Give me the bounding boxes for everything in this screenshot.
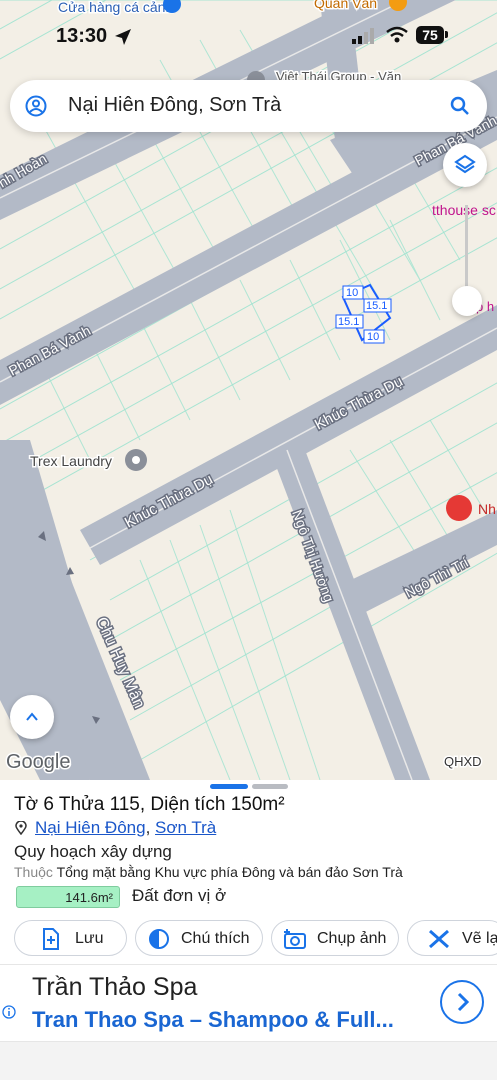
save-button-label: Lưu — [75, 930, 104, 947]
poi-label-store[interactable]: Cửa hàng cá cảnh — [57, 0, 175, 17]
parcel-info-sheet[interactable]: Tờ 6 Thửa 115, Diện tích 150m² Nại Hiên … — [0, 780, 497, 1080]
action-row: Lưu Chú thích Chụp ảnh Vẽ lạ — [0, 920, 497, 958]
cellular-signal-icon — [352, 28, 374, 44]
poi-label-tthouse[interactable]: tthouse sc — [432, 202, 496, 218]
draw-button-label: Vẽ lạ — [462, 930, 497, 947]
poi-label-trex-laundry[interactable]: Trex Laundry — [29, 452, 114, 471]
parcel-dim-right: 15.1 — [366, 300, 387, 312]
ruler-cross-icon — [429, 929, 449, 949]
ad-title[interactable]: Trần Thảo Spa — [32, 973, 197, 1002]
battery-tip — [445, 31, 448, 38]
area-chip: 141.6m² — [16, 886, 120, 908]
parcel-dim-top: 10 — [346, 287, 358, 299]
info-icon[interactable] — [2, 1005, 16, 1019]
annotation-button[interactable]: Chú thích — [135, 920, 263, 956]
status-bar: 13:30 75 — [0, 18, 497, 54]
battery-indicator: 75 — [416, 26, 444, 44]
plan-label: Quy hoạch xây dựng — [14, 842, 172, 861]
footer-bar — [0, 1042, 497, 1080]
search-input[interactable]: Nại Hiên Đông, Sơn Trà — [68, 94, 281, 117]
address-separator: , — [145, 818, 156, 837]
camera-plus-icon — [284, 929, 306, 949]
parcel-dim-left: 15.1 — [338, 316, 359, 328]
address-district-link[interactable]: Sơn Trà — [155, 818, 216, 837]
ad-banner[interactable]: Trần Thảo Spa Tran Thao Spa – Shampoo & … — [0, 964, 497, 1042]
ad-subtitle[interactable]: Tran Thao Spa – Shampoo & Full... — [32, 1007, 394, 1033]
layers-icon — [454, 154, 476, 174]
photo-button[interactable]: Chụp ảnh — [271, 920, 399, 956]
belongs-prefix: Thuộc — [14, 864, 53, 880]
wifi-icon — [386, 26, 408, 43]
poi-label-nh[interactable]: Nh — [478, 501, 496, 517]
search-icon[interactable] — [450, 96, 470, 116]
save-button[interactable]: Lưu — [14, 920, 127, 956]
opacity-slider-thumb[interactable] — [452, 286, 482, 316]
search-bar[interactable]: Nại Hiên Đông, Sơn Trà — [10, 80, 487, 132]
ad-open-button[interactable] — [440, 980, 484, 1024]
annotation-button-label: Chú thích — [181, 930, 250, 947]
profile-icon[interactable] — [25, 95, 47, 117]
photo-button-label: Chụp ảnh — [317, 930, 387, 947]
parcel-dim-bottom: 10 — [367, 331, 379, 343]
location-pin-icon — [15, 821, 27, 835]
sheet-handle-active[interactable] — [210, 784, 248, 789]
status-time: 13:30 — [56, 25, 108, 47]
belongs-text: Tổng mặt bằng Khu vực phía Đông và bán đ… — [56, 864, 403, 880]
parcel-address: Nại Hiên Đông, Sơn Trà — [14, 818, 216, 838]
add-note-icon — [43, 928, 59, 950]
location-arrow-icon — [115, 29, 131, 45]
land-use-label: Đất đơn vị ở — [132, 886, 227, 905]
expand-sheet-button[interactable] — [10, 695, 54, 739]
layers-button[interactable] — [443, 143, 487, 187]
sheet-handle-inactive[interactable] — [252, 784, 288, 789]
plan-belongs: Thuộc Tổng mặt bằng Khu vực phía Đông và… — [14, 864, 403, 880]
poi-icon-restaurant[interactable] — [446, 495, 472, 521]
address-ward-link[interactable]: Nại Hiên Đông — [35, 818, 146, 837]
half-circle-icon — [149, 929, 169, 949]
chevron-up-icon — [26, 712, 38, 721]
google-logo: Google — [6, 751, 71, 773]
draw-button[interactable]: Vẽ lạ — [407, 920, 497, 956]
parcel-title: Tờ 6 Thửa 115, Diện tích 150m² — [14, 794, 285, 815]
chevron-right-icon — [457, 992, 470, 1012]
qhxd-attribution: QHXD — [444, 754, 482, 769]
poi-label-quan-van[interactable]: Quán Văn — [313, 0, 379, 13]
